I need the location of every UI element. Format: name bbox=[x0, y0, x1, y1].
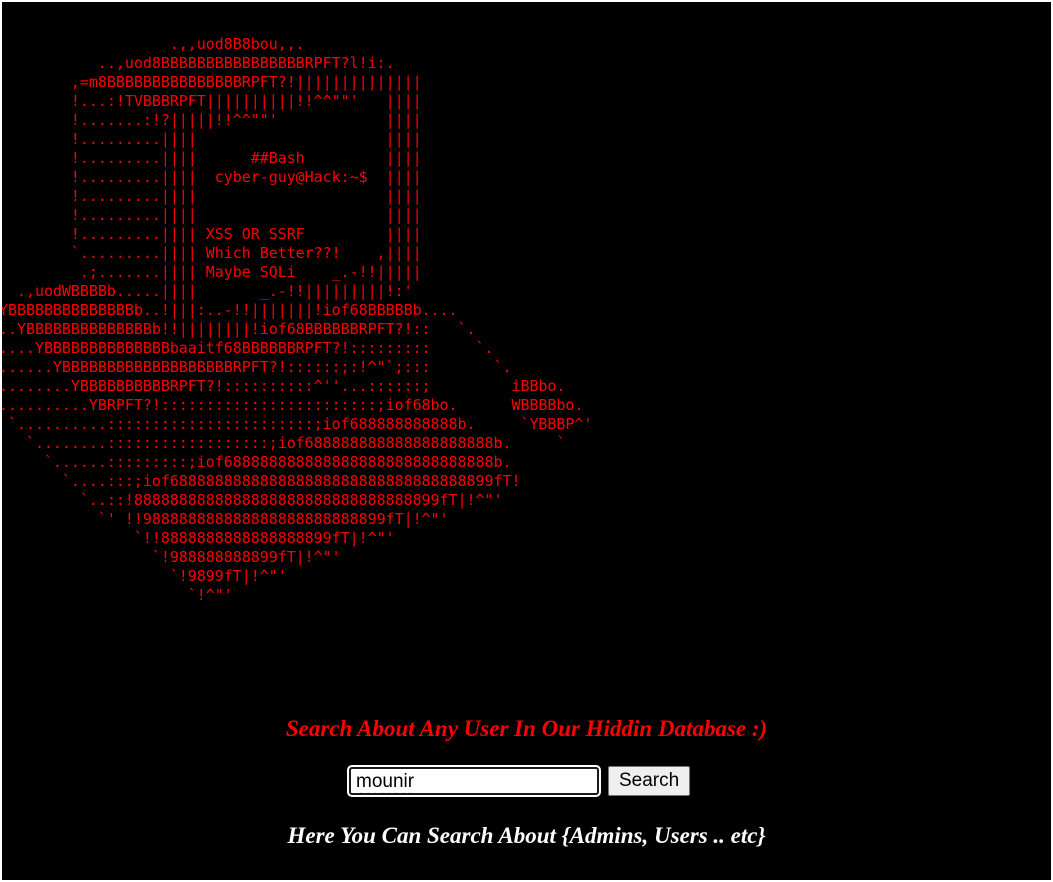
search-button[interactable]: Search bbox=[608, 766, 691, 796]
search-input[interactable] bbox=[347, 765, 601, 797]
ascii-art-laptop: .,,uod8B8bou,,. ..,uod8BBBBBBBBBBBBBBBBR… bbox=[2, 35, 593, 604]
search-heading: Search About Any User In Our Hiddin Data… bbox=[285, 716, 768, 741]
page-viewport: .,,uod8B8bou,,. ..,uod8BBBBBBBBBBBBBBBBR… bbox=[2, 2, 1051, 880]
search-subheading: Here You Can Search About {Admins, Users… bbox=[287, 823, 766, 848]
search-form: Search bbox=[347, 765, 691, 797]
